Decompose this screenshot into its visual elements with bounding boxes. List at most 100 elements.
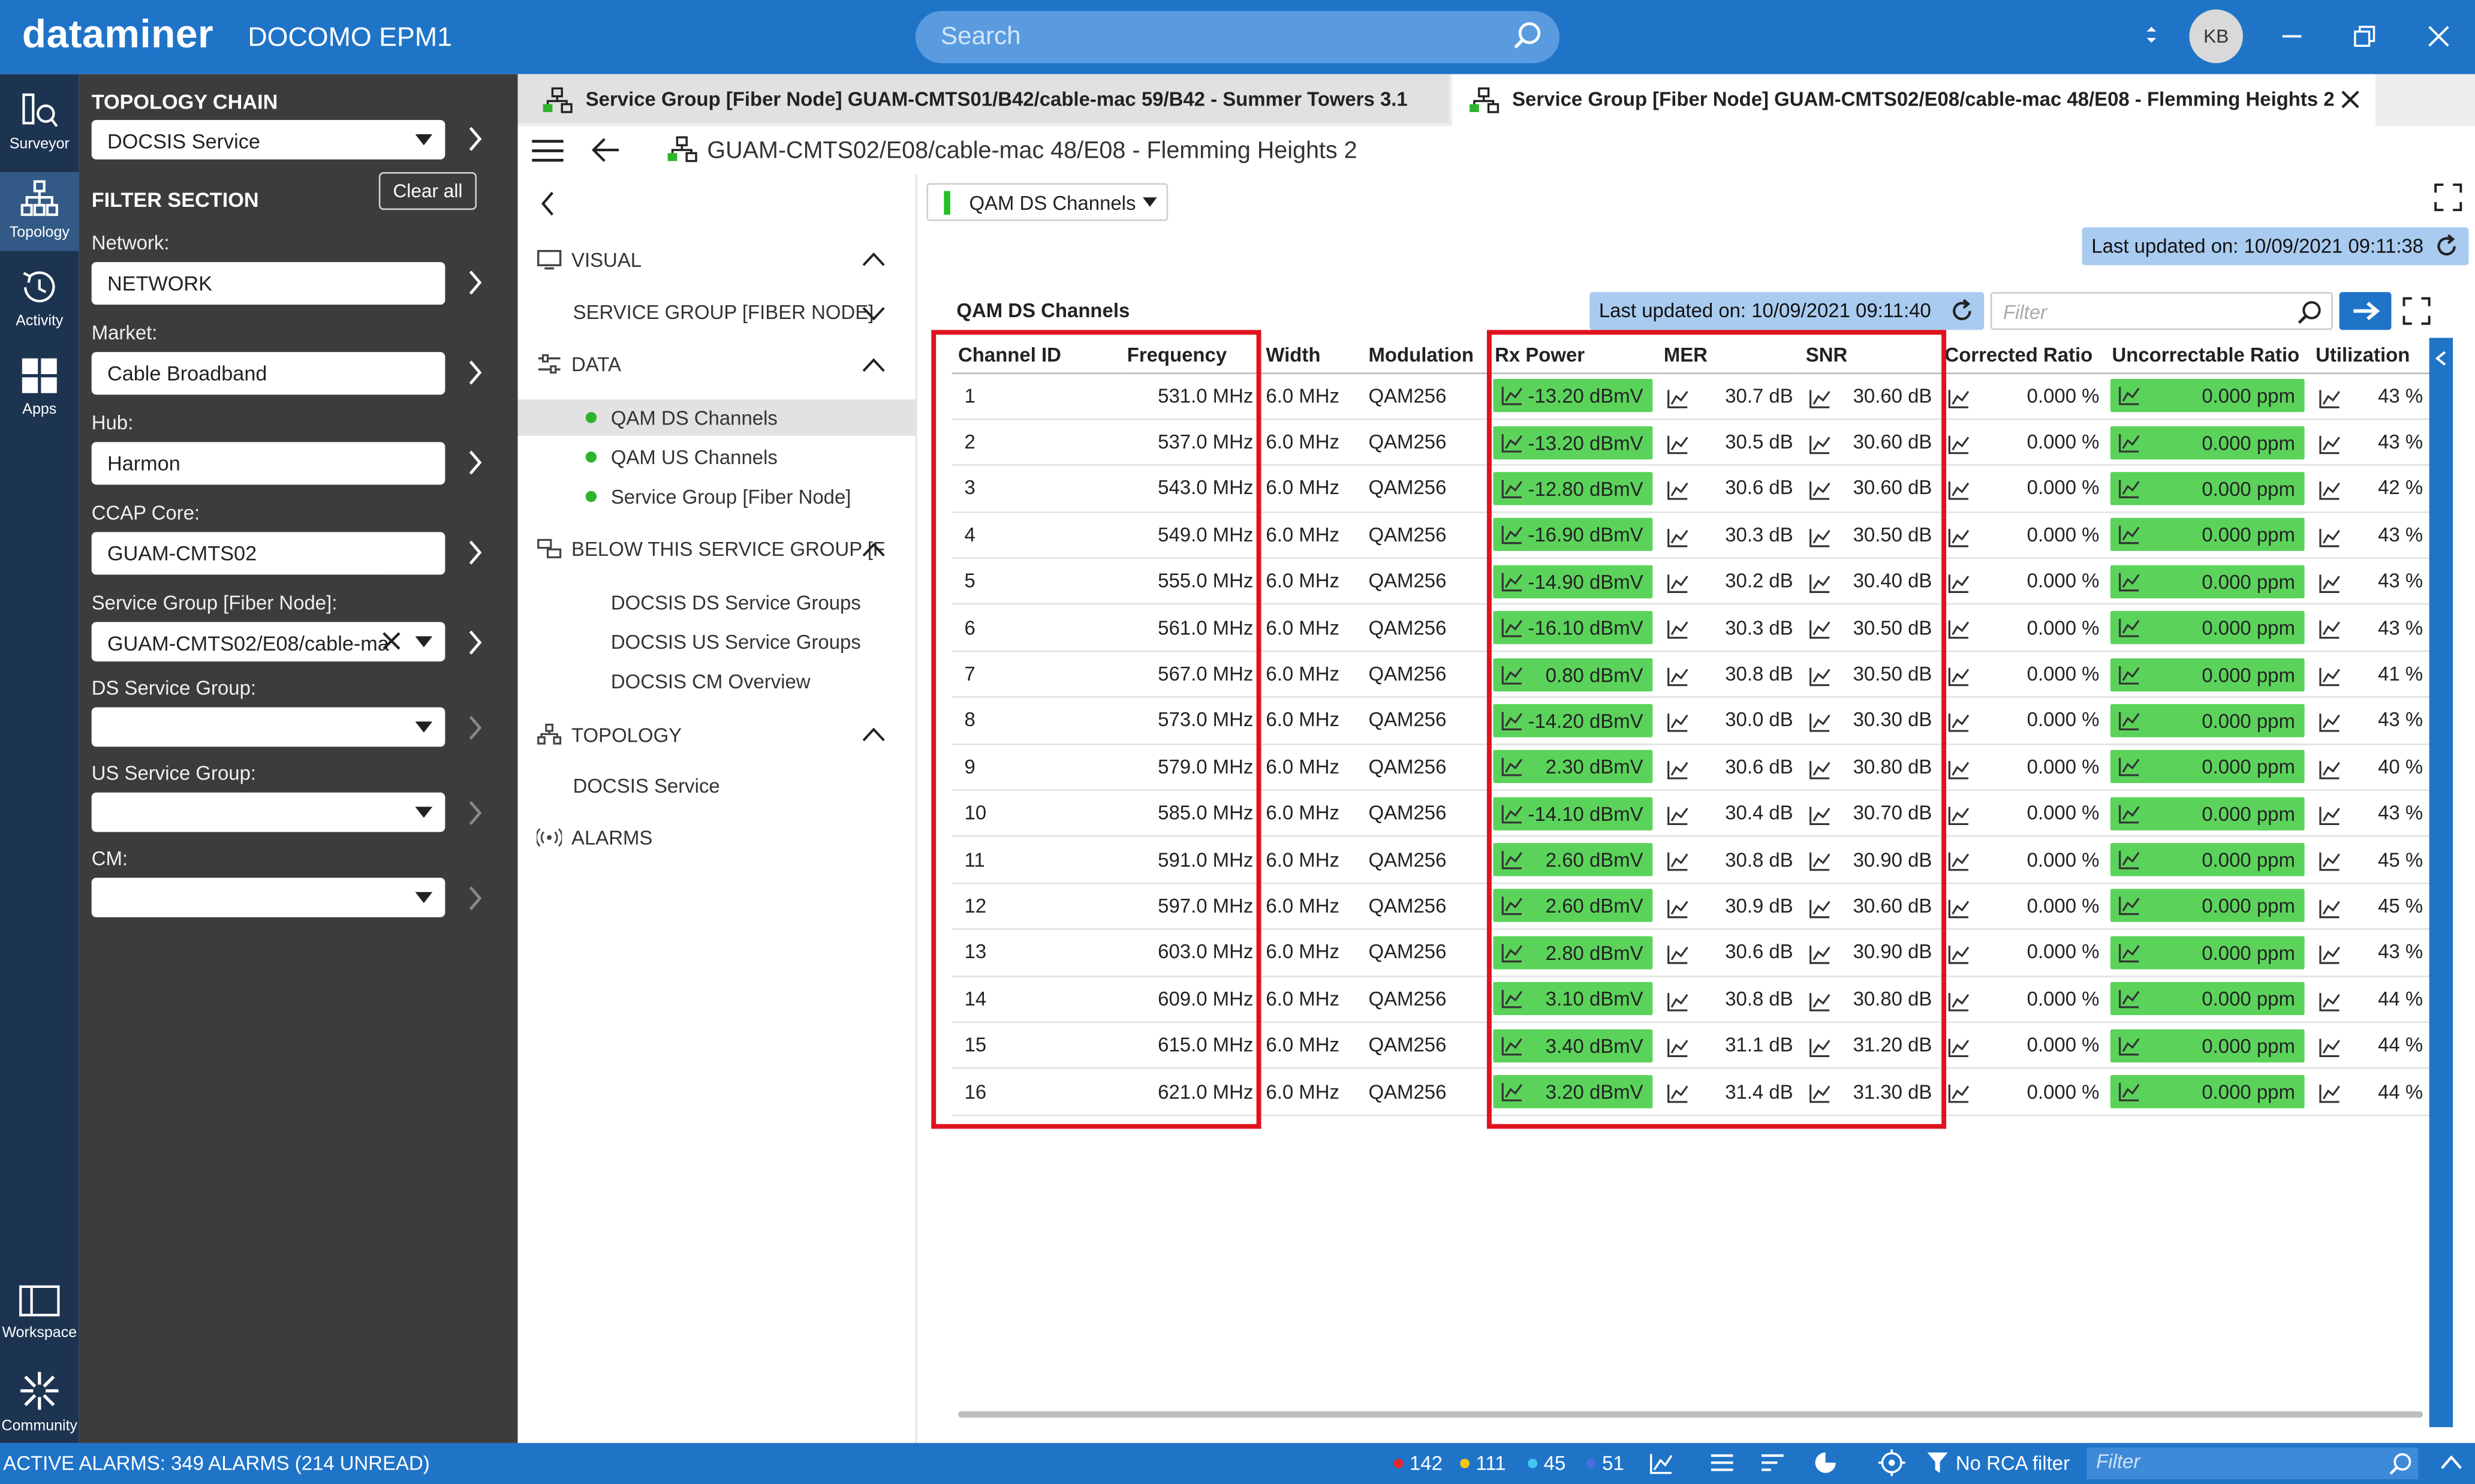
minimize-icon[interactable] (2281, 25, 2303, 47)
chevron-up-icon[interactable] (862, 543, 885, 558)
restore-icon[interactable] (2353, 25, 2375, 47)
trend-icon[interactable] (1948, 851, 1970, 872)
trend-icon[interactable] (1948, 991, 1970, 1011)
fullscreen-icon[interactable] (2434, 183, 2462, 212)
apply-filter-button[interactable] (2339, 292, 2392, 330)
topology-chain-select[interactable]: DOCSIS Service (91, 120, 445, 159)
status-ok-cell[interactable]: 0.000 ppm (2110, 889, 2305, 923)
status-ok-cell[interactable]: 0.000 ppm (2110, 425, 2305, 459)
trend-icon[interactable] (2118, 803, 2140, 823)
tab-flemming-heights[interactable]: Service Group [Fiber Node] GUAM-CMTS02/E… (1452, 74, 2376, 127)
alarm-count-major[interactable]: 111 (1460, 1452, 1506, 1474)
tab-summer-towers[interactable]: Service Group [Fiber Node] GUAM-CMTS01/B… (517, 74, 1449, 124)
horizontal-scrollbar[interactable] (958, 1411, 2423, 1418)
column-header-utilization[interactable]: Utilization (2309, 338, 2429, 374)
trend-icon[interactable] (2118, 1082, 2140, 1102)
trend-icon[interactable] (1948, 898, 1970, 919)
trend-icon[interactable] (1948, 480, 1970, 501)
trend-icon[interactable] (2118, 386, 2140, 406)
status-ok-cell[interactable]: 0.000 ppm (2110, 564, 2305, 598)
trend-icon[interactable] (2319, 527, 2341, 547)
trend-icon[interactable] (1948, 527, 1970, 547)
user-avatar[interactable]: KB (2189, 9, 2243, 64)
trend-icon[interactable] (1948, 712, 1970, 733)
tree-section-below[interactable]: BELOW THIS SERVICE GROUP [F (537, 538, 885, 561)
trend-icon[interactable] (2118, 896, 2140, 916)
nav-apps[interactable]: Apps (0, 355, 79, 431)
trend-icon[interactable] (2319, 758, 2341, 779)
status-ok-cell[interactable]: 0.000 ppm (2110, 379, 2305, 413)
market-field[interactable]: Cable Broadband (91, 352, 445, 395)
fullscreen-icon[interactable] (2402, 297, 2431, 325)
trend-icon[interactable] (2118, 757, 2140, 777)
trend-icon[interactable] (2118, 1035, 2140, 1055)
chevron-up-icon[interactable] (862, 727, 885, 742)
tree-item-qam-us-channels[interactable]: QAM US Channels (585, 447, 778, 469)
status-ok-cell[interactable]: 0.000 ppm (2110, 750, 2305, 784)
status-ok-cell[interactable]: 0.000 ppm (2110, 518, 2305, 552)
chevron-right-icon[interactable] (467, 360, 483, 385)
pie-chart-icon[interactable] (1814, 1451, 1837, 1474)
chevron-right-icon[interactable] (467, 630, 483, 655)
collapse-panel-icon[interactable] (540, 191, 555, 216)
trend-icon[interactable] (2118, 943, 2140, 963)
trend-icon[interactable] (2118, 571, 2140, 591)
column-header-uncorrectable-ratio[interactable]: Uncorrectable Ratio (2105, 338, 2310, 374)
chevron-right-icon[interactable] (467, 270, 483, 295)
status-ok-cell[interactable]: 0.000 ppm (2110, 1028, 2305, 1062)
search-icon[interactable] (1512, 20, 1544, 52)
tree-section-data[interactable]: DATA (537, 354, 621, 376)
refresh-icon[interactable] (1949, 299, 1974, 324)
tree-item-service-group[interactable]: Service Group [Fiber Node] (585, 486, 851, 508)
tree-item-docsis-us-service-groups[interactable]: DOCSIS US Service Groups (611, 631, 861, 654)
trend-icon[interactable] (2319, 1083, 2341, 1104)
trend-icon[interactable] (1948, 944, 1970, 965)
trend-icon[interactable] (1948, 619, 1970, 640)
trend-icon[interactable] (2319, 434, 2341, 454)
chevron-up-icon[interactable] (862, 252, 885, 267)
hub-field[interactable]: Harmon (91, 442, 445, 485)
chevron-right-icon[interactable] (467, 800, 483, 826)
trend-icon[interactable] (2319, 991, 2341, 1011)
search-input[interactable]: Search (915, 11, 1560, 64)
dropdown-caret-icon[interactable] (2143, 25, 2159, 44)
column-header-corrected-ratio[interactable]: Corrected Ratio (1938, 338, 2106, 374)
status-ok-cell[interactable]: 0.000 ppm (2110, 657, 2305, 691)
chevron-right-icon[interactable] (467, 886, 483, 911)
chevron-up-icon[interactable] (862, 358, 885, 373)
tree-item-service-group-fiber-node[interactable]: SERVICE GROUP [FIBER NODE] (573, 302, 874, 324)
tree-section-topology[interactable]: TOPOLOGY (537, 723, 682, 746)
table-filter-input[interactable]: Filter (1990, 292, 2334, 330)
chevron-down-icon[interactable] (862, 306, 885, 321)
trend-icon[interactable] (2319, 573, 2341, 594)
trend-icon[interactable] (2118, 525, 2140, 545)
status-ok-cell[interactable]: 0.000 ppm (2110, 472, 2305, 505)
trend-icon[interactable] (1948, 805, 1970, 826)
trend-icon[interactable] (1948, 758, 1970, 779)
trend-icon[interactable] (2319, 387, 2341, 408)
status-filter-input[interactable]: Filter (2086, 1447, 2419, 1480)
trend-icon[interactable] (1948, 1083, 1970, 1104)
table-selector-dropdown[interactable]: QAM DS Channels (926, 183, 1169, 221)
ds-service-group-select[interactable] (91, 707, 445, 747)
sort-icon[interactable] (1762, 1452, 1784, 1473)
tree-section-visual[interactable]: VISUAL (537, 249, 642, 272)
status-ok-cell[interactable]: 0.000 ppm (2110, 704, 2305, 738)
trend-icon[interactable] (2319, 898, 2341, 919)
trend-icon[interactable] (2118, 989, 2140, 1009)
column-header-width[interactable]: Width (1259, 338, 1362, 374)
chevron-right-icon[interactable] (467, 450, 483, 475)
ccap-core-field[interactable]: GUAM-CMTS02 (91, 532, 445, 575)
nav-topology[interactable]: Topology (0, 171, 79, 251)
clear-icon[interactable] (382, 631, 401, 651)
refresh-icon[interactable] (2434, 234, 2459, 259)
trend-icon[interactable] (1948, 387, 1970, 408)
trend-icon[interactable] (1948, 666, 1970, 687)
trend-icon[interactable] (2118, 850, 2140, 870)
trend-icon[interactable] (2118, 432, 2140, 452)
column-header-modulation[interactable]: Modulation (1362, 338, 1489, 374)
tree-item-qam-ds-channels[interactable]: QAM DS Channels (585, 407, 778, 429)
tab-close-icon[interactable] (2341, 90, 2360, 109)
tree-item-docsis-service[interactable]: DOCSIS Service (573, 775, 720, 797)
chevron-right-icon[interactable] (467, 715, 483, 741)
